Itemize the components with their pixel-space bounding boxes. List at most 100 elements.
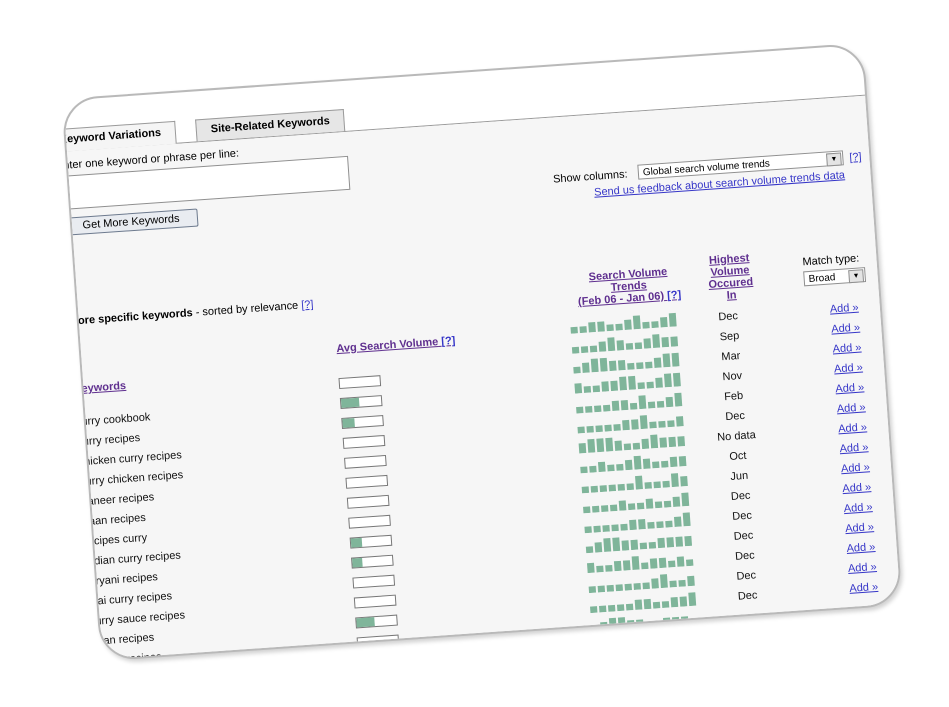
- add-keyword-link[interactable]: Add »: [835, 381, 865, 395]
- trend-bar: [590, 485, 599, 493]
- trend-sparkline: [666, 655, 701, 662]
- chevron-down-icon: ▼: [825, 152, 842, 167]
- trend-bar: [592, 385, 601, 393]
- trend-bar: [596, 565, 604, 573]
- screenshot-card: Keyword Variations Site-Related Keywords…: [61, 42, 903, 662]
- add-keyword-link[interactable]: Add »: [845, 521, 875, 535]
- trend-bar: [585, 546, 594, 554]
- trend-bar: [596, 438, 605, 453]
- trend-bar: [614, 440, 623, 451]
- trend-bar: [625, 342, 634, 350]
- trend-bar: [644, 481, 652, 489]
- show-columns-label: Show columns:: [552, 168, 628, 186]
- trend-bar: [666, 537, 675, 548]
- trend-bar: [611, 400, 620, 412]
- trends-help-link[interactable]: [?]: [667, 289, 682, 302]
- trend-bar: [673, 633, 682, 648]
- trend-bar: [609, 504, 618, 512]
- add-keyword-link[interactable]: Add »: [832, 342, 862, 356]
- trend-bar: [652, 601, 661, 609]
- trend-bar: [653, 481, 661, 489]
- trend-bar: [579, 326, 587, 334]
- trend-bar: [652, 334, 661, 349]
- add-keyword-link[interactable]: Add »: [849, 581, 879, 595]
- trend-bar: [639, 415, 648, 430]
- add-keyword-link[interactable]: Add »: [834, 361, 864, 375]
- trend-bar: [601, 505, 609, 513]
- trend-bar: [661, 336, 670, 348]
- trend-bar: [595, 425, 603, 433]
- avg-volume-bar: [355, 614, 398, 629]
- avg-volume-bar-fill: [340, 397, 360, 408]
- highest-month-cell: [719, 608, 779, 612]
- trend-bar: [652, 461, 660, 469]
- trend-bar: [663, 500, 672, 508]
- trend-bar: [627, 620, 635, 631]
- trend-bar: [661, 460, 669, 468]
- trend-bar: [613, 560, 622, 572]
- trend-bar: [655, 638, 664, 649]
- highest-month-cell: Mar: [721, 350, 741, 364]
- trend-bar: [650, 434, 659, 449]
- trend-bar: [624, 459, 633, 471]
- trend-bar: [613, 424, 621, 431]
- trend-bar: [638, 519, 646, 530]
- match-type-label: Match type:: [802, 252, 860, 269]
- trend-bar: [627, 362, 635, 370]
- trend-bar: [637, 635, 646, 650]
- trend-bar: [571, 346, 580, 354]
- add-keyword-link[interactable]: Add »: [838, 421, 868, 435]
- trend-bar: [680, 475, 688, 487]
- trend-bar: [620, 523, 628, 531]
- trend-bar: [668, 436, 677, 448]
- highest-month-cell: [722, 648, 782, 652]
- trend-bar: [599, 605, 607, 613]
- trend-bar: [633, 455, 642, 470]
- avg-volume-bar-fill: [347, 498, 349, 508]
- trend-bar: [623, 443, 632, 451]
- trend-bar: [590, 606, 598, 614]
- get-more-keywords-button[interactable]: Get More Keywords: [63, 208, 199, 236]
- trend-bar: [630, 539, 639, 551]
- avg-volume-bar-fill: [339, 379, 341, 388]
- avg-volume-bar: [341, 415, 384, 429]
- trend-bar: [683, 659, 692, 662]
- trend-bar: [692, 655, 701, 662]
- highest-volume-column-header[interactable]: Highest Volume Occured In: [694, 251, 767, 304]
- trend-bar: [583, 386, 592, 393]
- add-keyword-link[interactable]: Add »: [848, 561, 878, 575]
- trend-bar: [674, 392, 683, 407]
- trend-bar: [631, 556, 640, 571]
- trend-bar: [608, 484, 617, 492]
- add-keyword-link[interactable]: Add »: [843, 501, 873, 515]
- add-keyword-link[interactable]: Add »: [841, 461, 871, 475]
- trend-bar: [631, 419, 639, 430]
- results-help-link[interactable]: [?]: [301, 299, 314, 312]
- add-keyword-link[interactable]: Add »: [829, 302, 859, 316]
- trend-bar: [619, 376, 628, 391]
- trend-bar: [589, 465, 597, 473]
- add-keyword-link[interactable]: Add »: [836, 401, 866, 415]
- trend-bar: [633, 583, 641, 590]
- avg-volume-bar-fill: [343, 438, 345, 448]
- results-heading-rest: - sorted by relevance: [192, 299, 302, 320]
- trend-bar: [610, 644, 619, 652]
- trend-bar: [591, 626, 599, 634]
- results-heading: More specific keywords - sorted by relev…: [68, 299, 313, 328]
- avg-volume-bar: [344, 454, 387, 469]
- match-type-select[interactable]: Broad ▼: [803, 267, 867, 287]
- trend-bar: [597, 461, 606, 473]
- add-keyword-link[interactable]: Add »: [839, 441, 869, 455]
- avg-volume-bar: [342, 434, 386, 449]
- trend-bar: [665, 396, 674, 408]
- avg-volume-bar-fill: [352, 557, 363, 568]
- trends-column-header[interactable]: Search Volume Trends (Feb 06 - Jan 06) […: [563, 264, 695, 309]
- show-columns-help-link[interactable]: [?]: [849, 151, 862, 164]
- add-keyword-link[interactable]: Add »: [842, 481, 872, 495]
- add-keyword-link[interactable]: Add »: [831, 322, 861, 336]
- avg-volume-bar: [352, 574, 396, 589]
- trend-bar: [681, 492, 690, 507]
- trend-bar: [594, 542, 603, 553]
- add-keyword-link[interactable]: Add »: [846, 541, 876, 555]
- trend-bar: [664, 637, 673, 648]
